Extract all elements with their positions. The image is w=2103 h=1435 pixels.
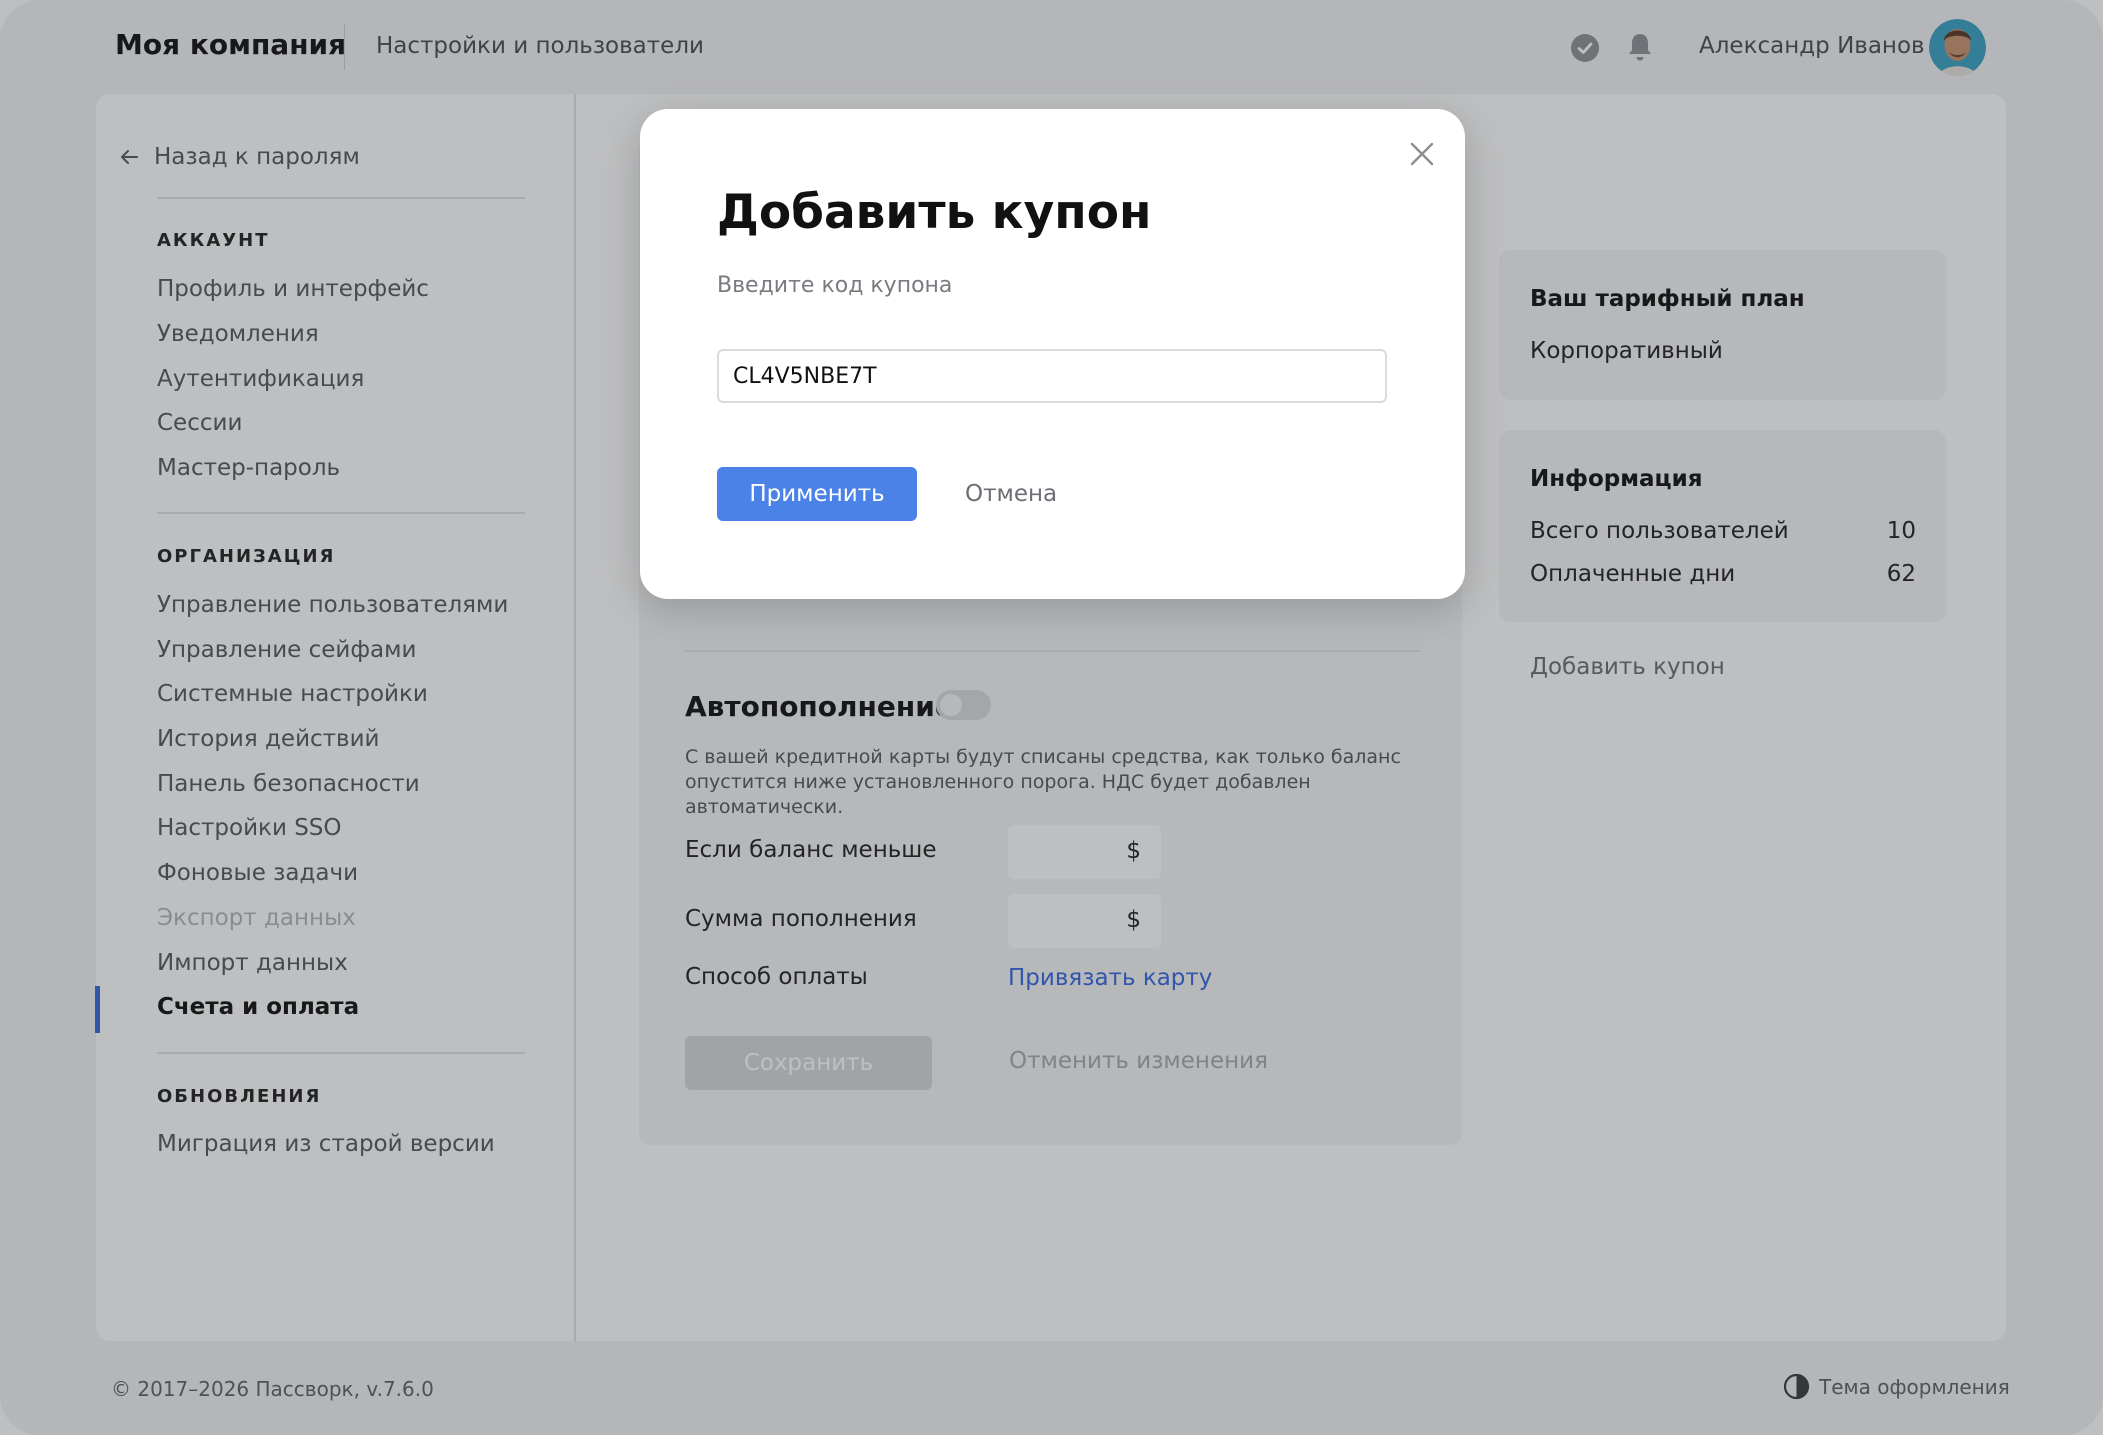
cancel-button[interactable]: Отмена xyxy=(950,467,1072,521)
coupon-code-input[interactable] xyxy=(717,349,1387,403)
dialog-title: Добавить купон xyxy=(717,185,1152,240)
apply-button[interactable]: Применить xyxy=(717,467,917,521)
dialog-subtitle: Введите код купона xyxy=(717,273,953,298)
add-coupon-dialog: Добавить купон Введите код купона Примен… xyxy=(640,109,1465,599)
close-icon[interactable] xyxy=(1405,137,1439,171)
